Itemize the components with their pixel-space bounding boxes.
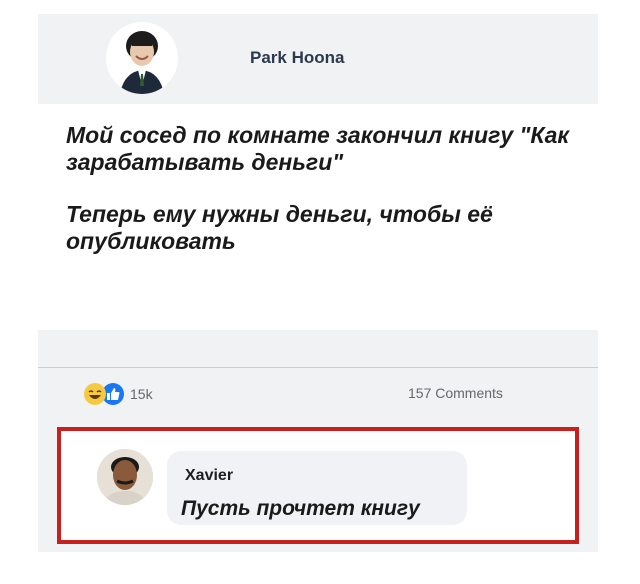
- post-text: Мой сосед по комнате закончил книгу "Как…: [66, 122, 586, 280]
- reaction-count: 15k: [130, 386, 153, 402]
- commenter-avatar[interactable]: [97, 449, 153, 505]
- post-text-line-1: Мой сосед по комнате закончил книгу "Как…: [66, 122, 570, 175]
- divider: [38, 367, 598, 368]
- haha-icon: [84, 383, 106, 405]
- author-name[interactable]: Park Hoona: [250, 48, 344, 68]
- commenter-name[interactable]: Xavier: [185, 467, 233, 485]
- author-avatar[interactable]: [106, 22, 178, 94]
- post-text-line-2: Теперь ему нужны деньги, чтобы её опубли…: [66, 201, 493, 254]
- highlighted-comment: Xavier Пусть прочтет книгу: [57, 427, 579, 544]
- person-avatar-icon: [106, 22, 178, 94]
- comments-count[interactable]: 157 Comments: [408, 385, 503, 401]
- person-avatar-icon: [97, 449, 153, 505]
- post-header: Park Hoona: [62, 14, 582, 94]
- comment-text: Пусть прочтет книгу: [181, 497, 420, 520]
- post-body: Мой сосед по комнате закончил книгу "Как…: [38, 104, 598, 330]
- reactions-summary[interactable]: 15k: [84, 382, 153, 406]
